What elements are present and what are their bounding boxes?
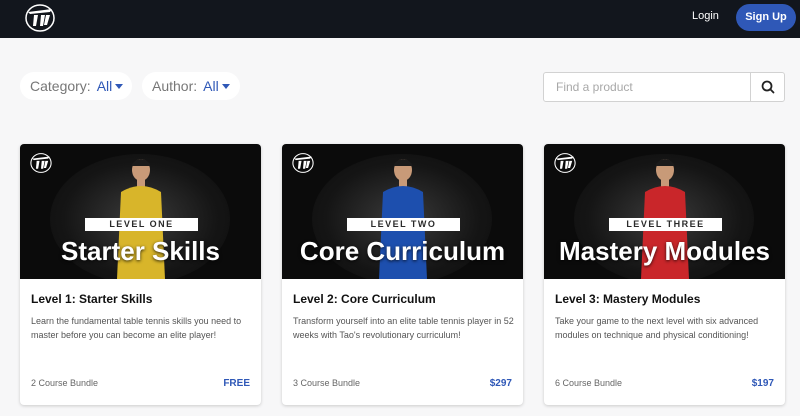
bundle-info: 2 Course Bundle xyxy=(31,378,99,388)
banner-title: Core Curriculum xyxy=(299,236,506,266)
product-price: $197 xyxy=(751,378,774,389)
category-filter-label: Category: xyxy=(30,78,91,94)
category-filter-selected: All xyxy=(96,78,113,94)
level-tag: LEVEL ONE xyxy=(85,218,198,231)
login-link[interactable]: Login xyxy=(692,10,719,22)
chevron-down-icon xyxy=(115,83,124,89)
product-card[interactable]: LEVEL ONE Starter Skills Level 1: Starte… xyxy=(20,144,261,405)
product-title[interactable]: Level 1: Starter Skills xyxy=(31,292,152,306)
thumbnail-logo-icon xyxy=(292,153,314,173)
product-thumbnail[interactable]: LEVEL TWO Core Curriculum xyxy=(282,144,523,279)
thumbnail-logo-icon xyxy=(554,153,576,173)
author-filter-label: Author: xyxy=(152,78,198,94)
thumbnail-logo-icon xyxy=(30,153,52,173)
product-description: Learn the fundamental table tennis skill… xyxy=(31,316,242,340)
search-input[interactable] xyxy=(544,73,752,101)
author-filter-value[interactable]: All xyxy=(203,78,230,94)
search-button[interactable] xyxy=(750,73,784,101)
product-card[interactable]: LEVEL TWO Core Curriculum Level 2: Core … xyxy=(282,144,523,405)
product-description: Take your game to the next level with si… xyxy=(555,316,759,340)
banner-title: Starter Skills xyxy=(61,236,220,266)
site-logo[interactable] xyxy=(22,3,58,33)
author-filter-selected: All xyxy=(203,78,219,94)
level-tag: LEVEL TWO xyxy=(347,218,460,231)
category-filter[interactable]: Category: All xyxy=(20,72,132,100)
product-title[interactable]: Level 2: Core Curriculum xyxy=(293,292,436,306)
search-icon xyxy=(761,80,775,94)
product-thumbnail[interactable]: LEVEL THREE Mastery Modules xyxy=(544,144,785,279)
category-filter-value[interactable]: All xyxy=(97,78,124,94)
product-thumbnail[interactable]: LEVEL ONE Starter Skills xyxy=(20,144,261,279)
chevron-down-icon xyxy=(221,83,230,89)
product-card[interactable]: LEVEL THREE Mastery Modules Level 3: Mas… xyxy=(544,144,785,405)
product-description: Transform yourself into an elite table t… xyxy=(293,316,514,340)
signup-button[interactable]: Sign Up xyxy=(736,4,796,31)
level-tag: LEVEL THREE xyxy=(609,218,722,231)
banner-title: Mastery Modules xyxy=(559,236,770,266)
author-filter[interactable]: Author: All xyxy=(142,72,240,100)
bundle-info: 3 Course Bundle xyxy=(293,378,361,388)
top-navbar: Login Sign Up xyxy=(0,0,800,38)
bundle-info: 6 Course Bundle xyxy=(555,378,623,388)
product-price: $297 xyxy=(489,378,512,389)
product-price: FREE xyxy=(223,378,250,389)
product-title[interactable]: Level 3: Mastery Modules xyxy=(555,292,700,306)
product-search xyxy=(543,72,785,102)
